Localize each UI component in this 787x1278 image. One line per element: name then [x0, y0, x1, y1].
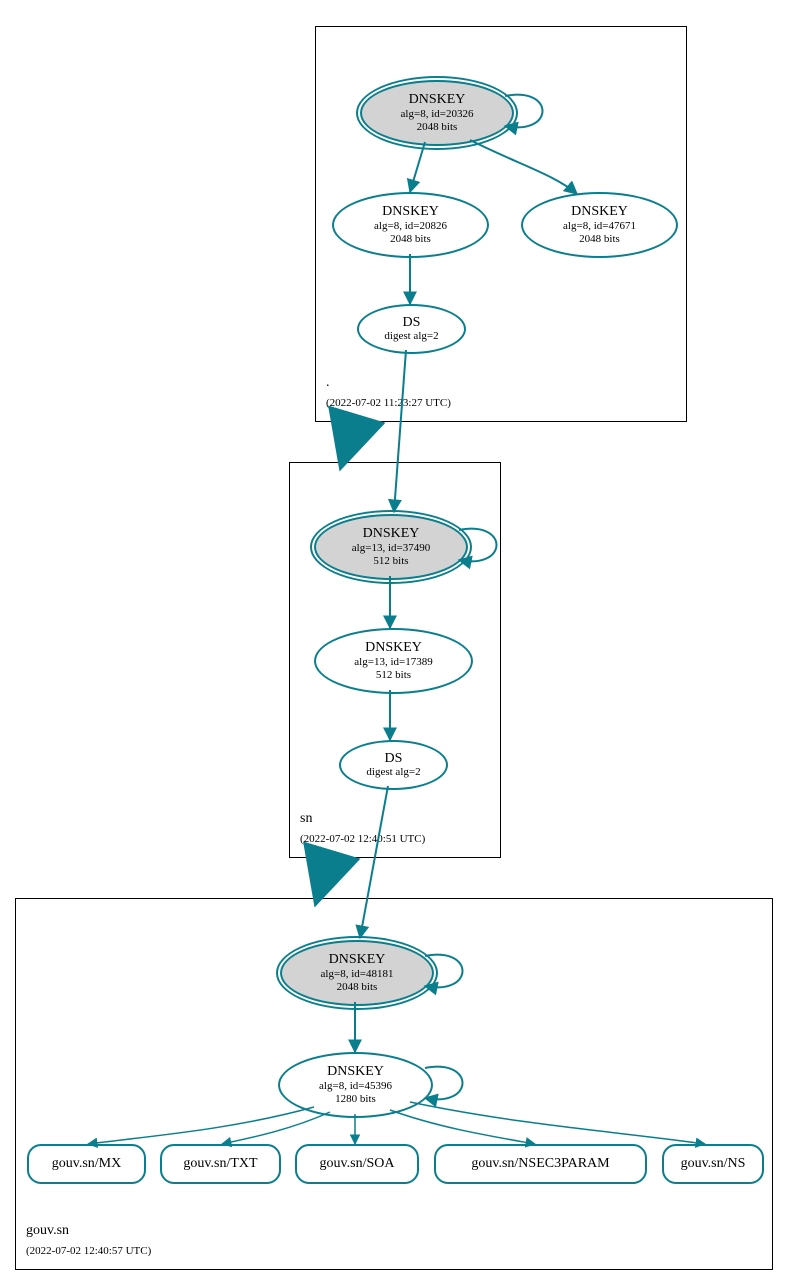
zone-root-timestamp: (2022-07-02 11:23:27 UTC) [326, 397, 451, 409]
node-title: DNSKEY [365, 640, 422, 655]
node-sub: alg=13, id=17389 [354, 656, 432, 669]
edge-root-to-sn-delegation [343, 420, 355, 460]
node-title: DNSKEY [571, 204, 628, 219]
rr-label: gouv.sn/MX [52, 1156, 122, 1171]
node-rr-nsec3param: gouv.sn/NSEC3PARAM [434, 1144, 647, 1184]
node-root-zsk1: DNSKEY alg=8, id=20826 2048 bits [332, 192, 489, 258]
node-root-ds: DS digest alg=2 [357, 304, 466, 354]
node-title: DNSKEY [382, 204, 439, 219]
rr-label: gouv.sn/NS [681, 1156, 746, 1171]
rr-label: gouv.sn/TXT [183, 1156, 257, 1171]
rr-label: gouv.sn/SOA [320, 1156, 395, 1171]
node-root-zsk2: DNSKEY alg=8, id=47671 2048 bits [521, 192, 678, 258]
node-sub: 512 bits [376, 669, 411, 682]
node-sub: 2048 bits [337, 981, 378, 994]
node-title: DNSKEY [409, 92, 466, 107]
node-sub: digest alg=2 [384, 330, 438, 343]
node-root-ksk: DNSKEY alg=8, id=20326 2048 bits [360, 80, 514, 146]
node-sn-zsk: DNSKEY alg=13, id=17389 512 bits [314, 628, 473, 694]
zone-root-name: . [326, 375, 330, 391]
node-sub: 2048 bits [579, 233, 620, 246]
zone-sn-name: sn [300, 811, 312, 827]
node-title: DS [385, 751, 403, 766]
node-sub: alg=13, id=37490 [352, 542, 430, 555]
node-title: DNSKEY [329, 952, 386, 967]
zone-gouv-name: gouv.sn [26, 1223, 69, 1239]
node-sub: 2048 bits [390, 233, 431, 246]
rr-label: gouv.sn/NSEC3PARAM [471, 1156, 609, 1171]
edge-sn-to-gouv-delegation [318, 856, 330, 896]
node-title: DNSKEY [363, 526, 420, 541]
node-rr-ns: gouv.sn/NS [662, 1144, 764, 1184]
node-rr-mx: gouv.sn/MX [27, 1144, 146, 1184]
node-title: DS [403, 315, 421, 330]
node-gouv-ksk: DNSKEY alg=8, id=48181 2048 bits [280, 940, 434, 1006]
zone-gouv-timestamp: (2022-07-02 12:40:57 UTC) [26, 1245, 151, 1257]
node-sub: digest alg=2 [366, 766, 420, 779]
node-sub: alg=8, id=47671 [563, 220, 636, 233]
node-rr-soa: gouv.sn/SOA [295, 1144, 419, 1184]
node-sn-ds: DS digest alg=2 [339, 740, 448, 790]
node-sub: 1280 bits [335, 1093, 376, 1106]
node-sub: alg=8, id=48181 [321, 968, 394, 981]
node-title: DNSKEY [327, 1064, 384, 1079]
node-gouv-zsk: DNSKEY alg=8, id=45396 1280 bits [278, 1052, 433, 1118]
node-sub: alg=8, id=20826 [374, 220, 447, 233]
node-sn-ksk: DNSKEY alg=13, id=37490 512 bits [314, 514, 468, 580]
node-sub: 512 bits [373, 555, 408, 568]
node-rr-txt: gouv.sn/TXT [160, 1144, 281, 1184]
node-sub: alg=8, id=20326 [401, 108, 474, 121]
node-sub: 2048 bits [417, 121, 458, 134]
node-sub: alg=8, id=45396 [319, 1080, 392, 1093]
zone-sn-timestamp: (2022-07-02 12:40:51 UTC) [300, 833, 425, 845]
